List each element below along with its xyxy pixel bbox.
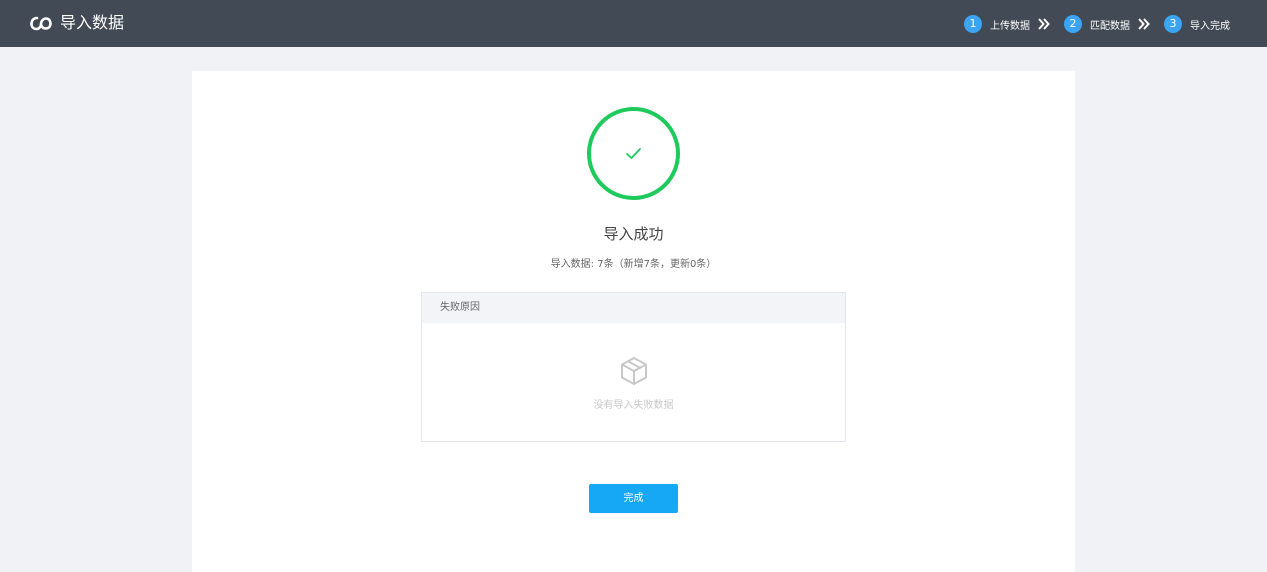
check-circle-icon (587, 107, 680, 200)
step-number: 1 (964, 15, 982, 33)
step-label: 上传数据 (990, 20, 1030, 32)
done-button[interactable]: 完成 (589, 484, 678, 513)
step-match: 2 匹配数据 (1064, 15, 1130, 33)
double-chevron-right-icon (1138, 18, 1150, 30)
failure-panel-header: 失败原因 (422, 293, 845, 323)
double-chevron-right-icon (1038, 18, 1050, 30)
check-icon (626, 148, 641, 159)
result-title: 导入成功 (603, 225, 664, 243)
failure-panel: 失败原因 没有导入失败数据 (421, 292, 846, 442)
result-detail: 导入数据: 7条（新增7条，更新0条） (550, 259, 717, 270)
import-steps: 1 上传数据 2 匹配数据 3 导入完成 (964, 14, 1230, 34)
step-number: 2 (1064, 15, 1082, 33)
page-title: 导入数据 (60, 13, 125, 32)
empty-state-text: 没有导入失败数据 (593, 400, 674, 411)
result-card: 导入成功 导入数据: 7条（新增7条，更新0条） 失败原因 没有导入失败数据 完… (192, 71, 1075, 572)
empty-box-icon (621, 357, 647, 385)
step-label: 导入完成 (1190, 20, 1230, 32)
cloud-link-icon (30, 16, 52, 31)
step-upload: 1 上传数据 (964, 15, 1030, 33)
step-number: 3 (1164, 15, 1182, 33)
top-bar: 导入数据 1 上传数据 2 匹配数据 3 导入完成 (0, 0, 1267, 47)
step-complete: 3 导入完成 (1164, 15, 1230, 33)
step-label: 匹配数据 (1090, 20, 1130, 32)
